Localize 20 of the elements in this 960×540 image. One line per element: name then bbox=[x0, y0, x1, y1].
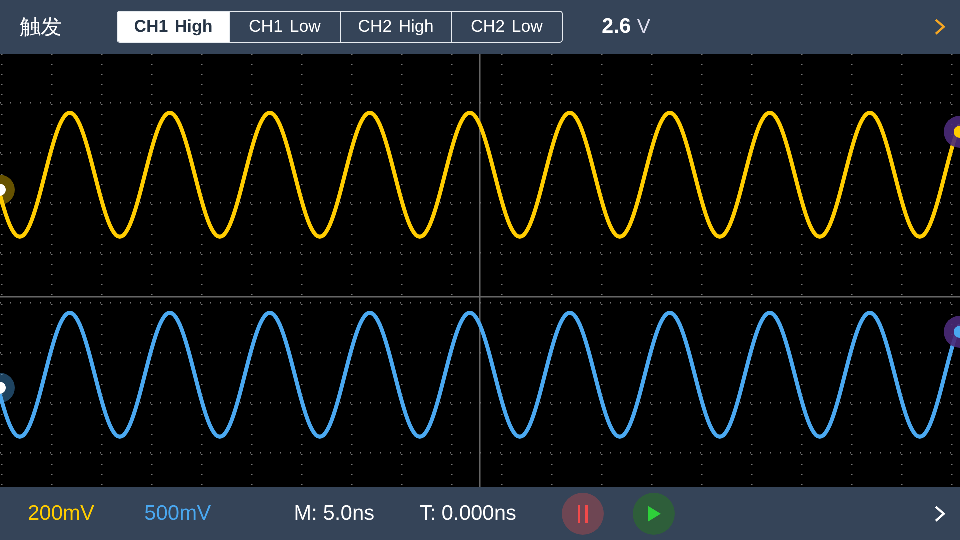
trigger-source-tab[interactable]: CH2 High bbox=[340, 12, 451, 42]
trigger-level-unit: V bbox=[637, 16, 651, 38]
trigger-source-tab[interactable]: CH2 Low bbox=[451, 12, 562, 42]
trigger-marker[interactable] bbox=[944, 116, 960, 148]
trigger-level-value: 2.6 bbox=[602, 15, 632, 39]
play-button[interactable] bbox=[632, 492, 675, 534]
channel-scale: 200mV bbox=[28, 502, 95, 526]
trigger-title: 触发 bbox=[20, 15, 63, 41]
play-icon bbox=[646, 506, 661, 522]
pause-button[interactable] bbox=[562, 492, 604, 534]
channel-marker[interactable] bbox=[0, 373, 15, 403]
channel-marker[interactable] bbox=[0, 175, 15, 205]
timebase-label: M: 5.0ns bbox=[294, 502, 375, 526]
trigger-source-tab[interactable]: CH1 Low bbox=[229, 12, 340, 42]
trigger-time-label: T: 0.000ns bbox=[420, 502, 517, 526]
chevron-right-icon[interactable] bbox=[934, 18, 946, 36]
pause-icon bbox=[576, 504, 589, 522]
trigger-source-tab[interactable]: CH1 High bbox=[118, 12, 229, 42]
channel-scale: 500mV bbox=[144, 502, 212, 526]
trigger-marker[interactable] bbox=[944, 316, 960, 348]
